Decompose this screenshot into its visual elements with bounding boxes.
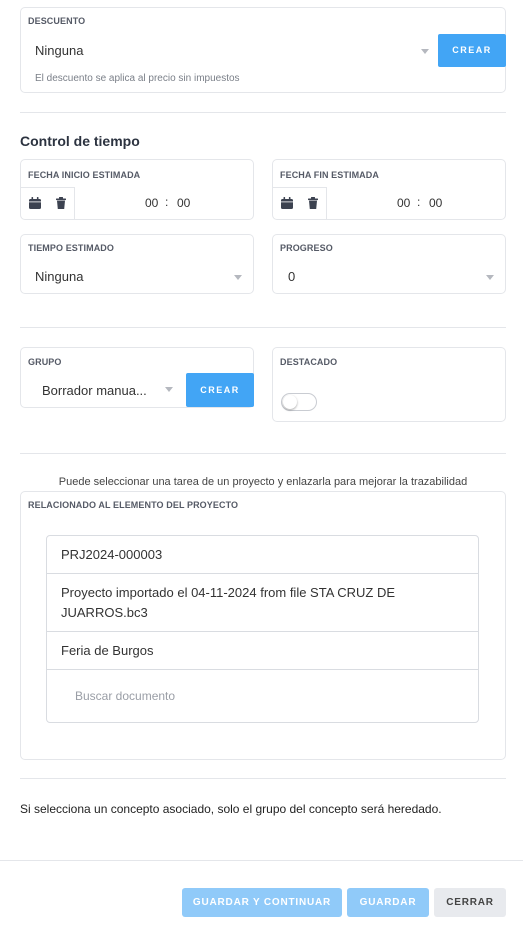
divider — [20, 778, 506, 779]
featured-toggle[interactable] — [281, 393, 317, 411]
calendar-icon[interactable] — [28, 196, 42, 210]
estimated-time-value: Ninguna — [35, 269, 84, 284]
end-time-hours: 00 — [397, 196, 411, 210]
concept-note: Si selecciona un concepto asociado, solo… — [20, 802, 442, 816]
group-label: GRUPO — [28, 357, 62, 367]
start-time-separator: : — [165, 195, 169, 209]
start-date-label: FECHA INICIO ESTIMADA — [28, 170, 141, 180]
end-date-label: FECHA FIN ESTIMADA — [280, 170, 379, 180]
section-title-time-control: Control de tiempo — [20, 133, 140, 149]
related-label: RELACIONADO AL ELEMENTO DEL PROYECTO — [28, 500, 239, 510]
calendar-icon[interactable] — [280, 196, 294, 210]
progress-value: 0 — [288, 269, 296, 284]
list-item[interactable]: PRJ2024-000003 — [47, 536, 478, 574]
start-date-icons — [21, 187, 75, 219]
related-items-list: PRJ2024-000003 Proyecto importado el 04-… — [46, 535, 479, 723]
group-select-value: Borrador manua... — [42, 383, 147, 398]
discount-create-button[interactable]: CREAR — [438, 34, 506, 67]
featured-card: DESTACADO — [272, 347, 506, 422]
progress-select[interactable]: 0 — [274, 263, 504, 289]
start-time-minutes: 00 — [177, 196, 191, 210]
search-document-input[interactable] — [47, 670, 478, 722]
list-item[interactable]: Feria de Burgos — [47, 632, 478, 670]
discount-hint: El descuento se aplica al precio sin imp… — [35, 73, 240, 84]
trash-icon[interactable] — [54, 196, 68, 210]
close-button[interactable]: CERRAR — [434, 888, 506, 917]
footer-divider — [0, 860, 523, 861]
end-time-separator: : — [417, 195, 421, 209]
end-date-icons — [273, 187, 327, 219]
divider — [20, 453, 506, 454]
end-date-card: FECHA FIN ESTIMADA 00 : 00 — [272, 159, 506, 220]
discount-label: DESCUENTO — [28, 16, 86, 26]
save-button[interactable]: GUARDAR — [347, 888, 429, 917]
start-date-card: FECHA INICIO ESTIMADA 00 : 00 — [20, 159, 254, 220]
featured-label: DESTACADO — [280, 357, 338, 367]
discount-select[interactable]: Ninguna — [22, 36, 437, 66]
chevron-down-icon — [486, 275, 494, 280]
estimated-time-select[interactable]: Ninguna — [22, 263, 252, 289]
start-time-input[interactable]: 00 : 00 — [141, 195, 201, 211]
end-time-input[interactable]: 00 : 00 — [393, 195, 453, 211]
chevron-down-icon — [234, 275, 242, 280]
toggle-knob — [283, 395, 297, 409]
chevron-down-icon — [165, 387, 173, 392]
group-card: GRUPO Borrador manua... CREAR — [20, 347, 254, 408]
trash-icon[interactable] — [306, 196, 320, 210]
divider — [20, 112, 506, 113]
estimated-time-label: TIEMPO ESTIMADO — [28, 243, 115, 253]
divider — [20, 327, 506, 328]
end-time-minutes: 00 — [429, 196, 443, 210]
start-time-hours: 00 — [145, 196, 159, 210]
related-intro: Puede seleccionar una tarea de un proyec… — [58, 476, 468, 488]
save-and-continue-button[interactable]: GUARDAR Y CONTINUAR — [182, 888, 342, 917]
progress-label: PROGRESO — [280, 243, 333, 253]
estimated-time-card: TIEMPO ESTIMADO Ninguna — [20, 234, 254, 294]
progress-card: PROGRESO 0 — [272, 234, 506, 294]
discount-card: DESCUENTO Ninguna CREAR El descuento se … — [20, 7, 506, 93]
discount-select-value: Ninguna — [35, 43, 84, 58]
chevron-down-icon — [421, 49, 429, 54]
group-create-button[interactable]: CREAR — [186, 373, 254, 407]
group-select[interactable]: Borrador manua... — [22, 375, 186, 407]
list-item[interactable]: Proyecto importado el 04-11-2024 from fi… — [47, 574, 478, 632]
